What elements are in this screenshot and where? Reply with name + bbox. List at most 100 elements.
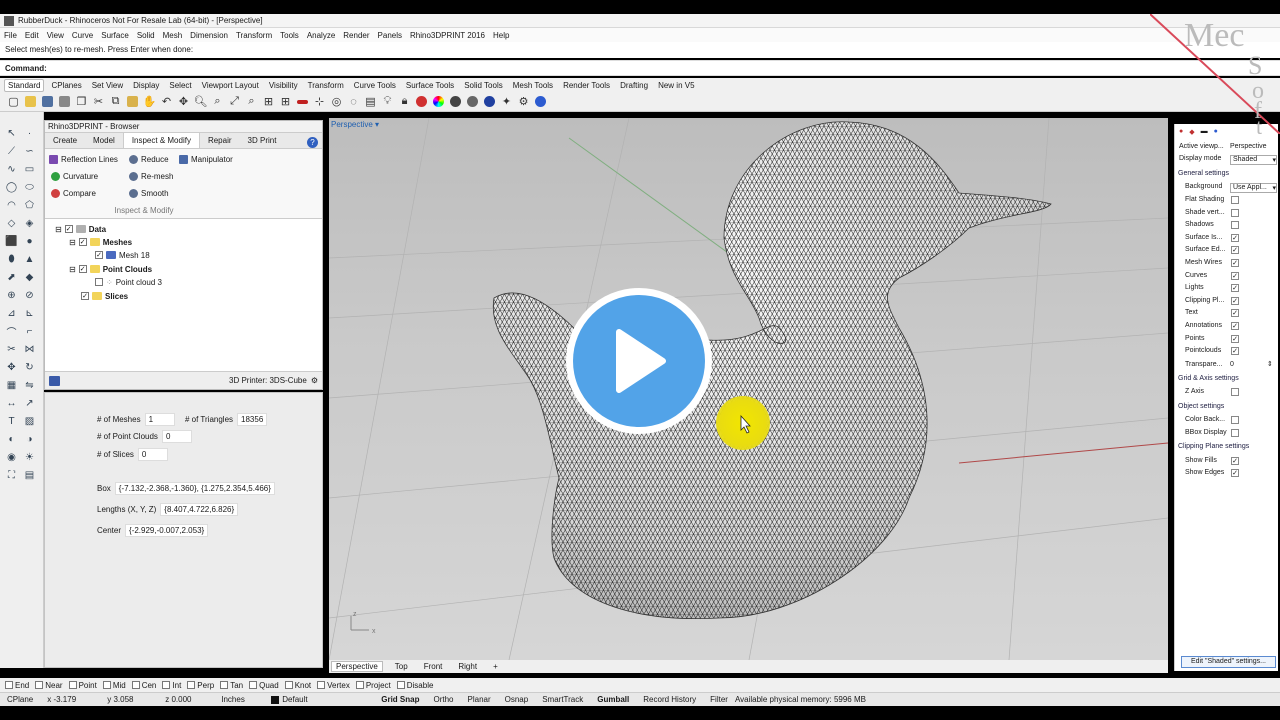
mesh-icon[interactable]: ⊿ <box>4 306 19 320</box>
zoom-window-icon[interactable]: ⌕ <box>210 94 225 109</box>
tree-item-point-clouds[interactable]: ⊟ ✓ Point Clouds <box>69 263 152 275</box>
hatch-icon[interactable]: ▨ <box>22 414 37 428</box>
curvature-tool-icon[interactable]: ◑ <box>22 432 37 446</box>
cone-icon[interactable]: ▲ <box>22 252 37 266</box>
ellipse-icon[interactable]: ⬭ <box>22 180 37 194</box>
display-setting-checkbox[interactable]: ✓ <box>1231 233 1239 242</box>
planar-toggle[interactable]: Planar <box>461 695 498 704</box>
properties-icon[interactable]: ❐ <box>74 94 89 109</box>
tab-front[interactable]: Front <box>420 662 447 671</box>
menu-dimension[interactable]: Dimension <box>190 31 228 40</box>
checkbox[interactable] <box>187 681 196 689</box>
tab-transform[interactable]: Transform <box>305 80 347 91</box>
zoom-extents-icon[interactable]: ⤢ <box>227 94 242 109</box>
light-tool-icon[interactable]: ☀ <box>22 450 37 464</box>
osnap-point[interactable]: Point <box>68 681 97 690</box>
split-icon[interactable]: ⊘ <box>22 288 37 302</box>
cplane-icon[interactable] <box>295 94 310 109</box>
cylinder-icon[interactable]: ⬮ <box>4 252 19 266</box>
checkbox[interactable] <box>68 681 77 689</box>
osnap-knot[interactable]: Knot <box>284 681 311 690</box>
tab-display[interactable]: Display <box>130 80 162 91</box>
smooth-button[interactable]: Smooth <box>129 189 169 198</box>
collapse-icon[interactable]: ⊟ <box>69 265 76 274</box>
menu-help[interactable]: Help <box>493 31 509 40</box>
layer-icon[interactable]: ▤ <box>363 94 378 109</box>
manipulator-button[interactable]: Manipulator <box>179 155 233 164</box>
osnap-int[interactable]: Int <box>162 681 181 690</box>
tab-perspective[interactable]: Perspective <box>331 661 383 672</box>
fillet-icon[interactable]: ⌒ <box>4 324 19 339</box>
tab-surface-tools[interactable]: Surface Tools <box>403 80 457 91</box>
reduce-button[interactable]: Reduce <box>129 155 169 164</box>
remesh-button[interactable]: Re-mesh <box>129 172 173 181</box>
select-icon[interactable]: ◎ <box>329 94 344 109</box>
tab-create[interactable]: Create <box>45 133 85 148</box>
four-viewports-icon[interactable]: ⊞ <box>278 94 293 109</box>
polyline-icon[interactable]: ⟋ <box>4 144 19 158</box>
tab-standard[interactable]: Standard <box>4 78 45 92</box>
menu-file[interactable]: File <box>4 31 17 40</box>
tree-item-point-cloud[interactable]: ⁘ Point cloud 3 <box>95 276 162 288</box>
tab-set-view[interactable]: Set View <box>89 80 126 91</box>
shaded-sphere-icon[interactable] <box>448 94 463 109</box>
display-setting-checkbox[interactable]: ✓ <box>1231 259 1239 267</box>
trim-icon[interactable]: ✂ <box>4 342 19 356</box>
tab-top[interactable]: Top <box>391 662 412 671</box>
display-setting-checkbox[interactable]: ✓ <box>1231 284 1239 293</box>
collapse-icon[interactable]: ⊟ <box>55 225 62 234</box>
checkbox[interactable] <box>162 681 171 689</box>
tab-right[interactable]: Right <box>454 662 481 671</box>
help-icon[interactable] <box>533 94 548 109</box>
checkbox[interactable]: ✓ <box>95 251 103 259</box>
display-setting-checkbox[interactable]: ✓ <box>1231 322 1239 330</box>
tab-curve-tools[interactable]: Curve Tools <box>351 80 399 91</box>
menu-view[interactable]: View <box>47 31 64 40</box>
checkbox[interactable]: ✓ <box>78 265 87 273</box>
spinner-icon[interactable]: ⇕ <box>1267 360 1273 368</box>
save-icon[interactable] <box>40 94 55 109</box>
checkbox[interactable] <box>396 681 405 689</box>
z-axis-checkbox[interactable] <box>1231 388 1239 396</box>
checkbox[interactable] <box>5 681 13 689</box>
cut-icon[interactable]: ✂ <box>91 94 106 109</box>
display-setting-checkbox[interactable]: ✓ <box>1231 347 1239 356</box>
menu-rhino3dprint[interactable]: Rhino3DPRINT 2016 <box>410 31 485 40</box>
osnap-vertex[interactable]: Vertex <box>317 681 350 690</box>
analyze-icon[interactable]: ◐ <box>4 432 19 446</box>
menu-tools[interactable]: Tools <box>280 31 299 40</box>
tree-item-slices[interactable]: ✓ Slices <box>81 290 128 302</box>
play-button[interactable] <box>566 288 712 434</box>
material-icon[interactable] <box>414 94 429 109</box>
curvature-button[interactable]: Curvature <box>51 172 98 181</box>
menu-edit[interactable]: Edit <box>25 31 39 40</box>
checkbox[interactable] <box>317 681 326 689</box>
tree-item-data[interactable]: ⊟ ✓ Data <box>55 223 106 235</box>
light-icon[interactable]: ✦ <box>499 94 514 109</box>
checkbox[interactable] <box>95 278 103 286</box>
menu-solid[interactable]: Solid <box>137 31 155 40</box>
copy-icon[interactable]: ⧉ <box>108 94 123 109</box>
display-setting-checkbox[interactable]: ✓ <box>1231 246 1239 255</box>
tab-solid-tools[interactable]: Solid Tools <box>461 80 506 91</box>
hide-icon[interactable]: ◌ <box>346 94 361 109</box>
checkbox[interactable] <box>249 681 258 689</box>
osnap-quad[interactable]: Quad <box>249 681 279 690</box>
sphere-icon[interactable]: ● <box>22 234 37 248</box>
curve-icon[interactable]: ∿ <box>4 162 19 176</box>
rotate-icon[interactable]: ↻ <box>22 360 37 374</box>
select-arrow-icon[interactable]: ↖ <box>4 126 19 140</box>
osnap-disable[interactable]: Disable <box>396 681 433 690</box>
osnap-project[interactable]: Project <box>355 681 391 690</box>
checkbox[interactable]: ✓ <box>64 225 73 233</box>
join-icon[interactable]: ⋈ <box>22 342 37 356</box>
collapse-icon[interactable]: ⊟ <box>69 238 76 247</box>
solid-tools-icon[interactable]: ◆ <box>22 270 37 284</box>
tab-cplanes[interactable]: CPlanes <box>48 80 84 91</box>
grid-icon[interactable]: ⊹ <box>312 94 327 109</box>
tab-render-tools[interactable]: Render Tools <box>560 80 613 91</box>
viewport-icon[interactable]: ⊞ <box>261 94 276 109</box>
gumball-toggle[interactable]: Gumball <box>590 695 636 704</box>
undo-icon[interactable]: ↶ <box>159 94 174 109</box>
osnap-end[interactable]: End <box>5 681 29 690</box>
